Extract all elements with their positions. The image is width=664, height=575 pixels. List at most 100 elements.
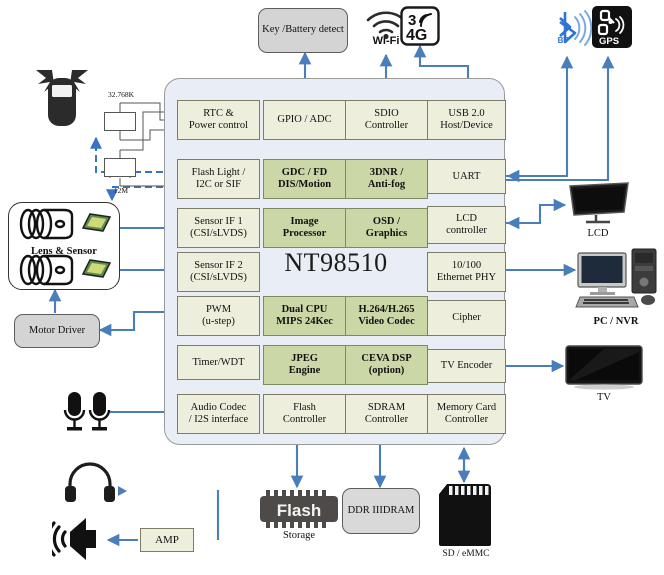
block-flash-light-i2c[interactable]: Flash Light / I2C or SIF	[177, 159, 260, 199]
ddr-line2: DRAM	[382, 504, 415, 516]
block-jpeg-engine[interactable]: JPEG Engine	[263, 345, 346, 385]
svg-text:4G: 4G	[406, 27, 427, 44]
block-line1: GPIO / ADC	[277, 114, 332, 126]
bluetooth-label: BT	[557, 36, 569, 45]
block-rtc-power[interactable]: RTC & Power control	[177, 100, 260, 140]
block-line1: Timer/WDT	[192, 356, 245, 368]
block-sdio-controller[interactable]: SDIO Controller	[345, 100, 428, 140]
block-sdram-controller[interactable]: SDRAM Controller	[345, 394, 428, 434]
block-pwm[interactable]: PWM (u-step)	[177, 296, 260, 336]
block-ethernet-phy[interactable]: 10/100 Ethernet PHY	[427, 252, 506, 292]
cellular-4g-icon: 3 4G	[400, 6, 440, 46]
block-line1: Image	[290, 216, 319, 228]
block-line1: Sensor IF 1	[194, 216, 243, 228]
gps-icon: GPS	[592, 6, 632, 48]
block-audio-codec-i2s[interactable]: Audio Codec / I2S interface	[177, 394, 260, 434]
block-line1: UART	[452, 170, 481, 182]
speaker-icon	[52, 512, 114, 566]
image-sensor-icon-bottom	[80, 256, 112, 280]
tv-caption: TV	[597, 392, 611, 403]
block-line1: OSD /	[372, 216, 401, 228]
block-line1: 10/100	[451, 260, 482, 272]
block-line2: Video Codec	[358, 316, 415, 327]
block-cipher[interactable]: Cipher	[427, 300, 506, 336]
flash-chip-icon[interactable]: Flash	[258, 488, 340, 530]
block-line2: Anti-fog	[367, 179, 406, 190]
block-line1: TV Encoder	[440, 360, 493, 372]
block-3dnr-antifog[interactable]: 3DNR / Anti-fog	[345, 159, 428, 199]
block-line2: Ethernet PHY	[436, 272, 497, 283]
block-line2: / I2S interface	[188, 414, 249, 425]
block-line2: MIPS 24Kec	[276, 316, 333, 327]
crystal-12m-label: 12M	[113, 186, 129, 195]
block-line2: (CSI/sLVDS)	[190, 272, 247, 283]
lcd-monitor-icon	[566, 182, 632, 226]
block-line1: CEVA DSP	[361, 353, 412, 365]
block-line1: SDRAM	[367, 402, 406, 414]
svg-text:GPS: GPS	[599, 36, 619, 47]
block-line1: LCD	[455, 213, 477, 225]
block-gpio-adc[interactable]: GPIO / ADC	[263, 100, 346, 140]
block-line2: Host/Device	[440, 120, 493, 131]
block-line2: Controller	[282, 414, 327, 425]
flash-light-icon	[24, 62, 100, 138]
ddr3-dram-box[interactable]: DDR IIIDRAM	[342, 488, 420, 534]
block-uart[interactable]: UART	[427, 159, 506, 194]
block-line2: Controller	[444, 414, 489, 425]
block-line1: Dual CPU	[281, 304, 328, 316]
block-usb-2-host-device[interactable]: USB 2.0 Host/Device	[427, 100, 506, 140]
lcd-caption: LCD	[587, 228, 609, 239]
sd-card-icon[interactable]	[437, 482, 493, 548]
block-line1: Memory Card	[436, 402, 497, 414]
block-line2: Controller	[364, 120, 409, 131]
block-line2: DIS/Motion	[277, 179, 332, 190]
block-line1: 3DNR /	[369, 167, 404, 179]
block-line1: RTC &	[203, 108, 234, 120]
diagram-canvas: NT98510 RTC & Power control Flash Light /…	[0, 0, 664, 575]
block-h264-h265-codec[interactable]: H.264/H.265 Video Codec	[345, 296, 428, 336]
block-osd-graphics[interactable]: OSD / Graphics	[345, 208, 428, 248]
amp-label: AMP	[155, 534, 179, 546]
block-gdc-fd-dis-motion[interactable]: GDC / FD DIS/Motion	[263, 159, 346, 199]
block-line1: Sensor IF 2	[194, 260, 243, 272]
microphone-icon	[62, 390, 118, 434]
block-line2: (option)	[368, 365, 405, 376]
block-line2: Engine	[288, 365, 321, 376]
block-dual-cpu-mips[interactable]: Dual CPU MIPS 24Kec	[263, 296, 346, 336]
sd-emmc-caption: SD / eMMC	[442, 549, 490, 559]
block-line2: Graphics	[365, 228, 408, 239]
block-flash-controller[interactable]: Flash Controller	[263, 394, 346, 434]
block-line1: H.264/H.265	[358, 304, 415, 316]
crystal-12m-symbol	[104, 158, 136, 177]
block-line2: Controller	[364, 414, 409, 425]
block-line1: JPEG	[291, 353, 318, 365]
block-sensor-if-2[interactable]: Sensor IF 2 (CSI/sLVDS)	[177, 252, 260, 292]
block-line1: Cipher	[452, 312, 481, 324]
crystal-32768k-symbol	[104, 112, 136, 131]
block-line2: I2C or SIF	[196, 179, 241, 190]
block-timer-wdt[interactable]: Timer/WDT	[177, 345, 260, 380]
amp-box[interactable]: AMP	[140, 528, 194, 552]
block-memory-card-controller[interactable]: Memory Card Controller	[427, 394, 506, 434]
motor-driver-box[interactable]: Motor Driver	[14, 314, 100, 348]
tv-icon	[564, 344, 644, 390]
block-line1: Flash Light /	[191, 167, 246, 179]
key-battery-detect-box[interactable]: Key /Battery detect	[258, 8, 348, 53]
block-line1: GDC / FD	[281, 167, 328, 179]
block-line1: Flash	[293, 402, 316, 414]
block-ceva-dsp[interactable]: CEVA DSP (option)	[345, 345, 428, 385]
chip-name: NT98510	[284, 248, 388, 277]
block-line1: SDIO	[374, 108, 399, 120]
keybatt-line2: Battery detect	[285, 24, 344, 36]
lens-icon-bottom	[14, 252, 86, 288]
headphones-icon	[64, 462, 116, 504]
block-line1: Audio Codec	[190, 402, 247, 414]
block-sensor-if-1[interactable]: Sensor IF 1 (CSI/sLVDS)	[177, 208, 260, 248]
block-line2: controller	[446, 225, 487, 236]
motor-driver-label: Motor Driver	[28, 324, 86, 336]
block-image-processor[interactable]: Image Processor	[263, 208, 346, 248]
block-line2: (u-step)	[202, 316, 235, 327]
block-tv-encoder[interactable]: TV Encoder	[427, 349, 506, 383]
block-lcd-controller[interactable]: LCD controller	[427, 206, 506, 244]
block-line2: Processor	[282, 228, 327, 239]
